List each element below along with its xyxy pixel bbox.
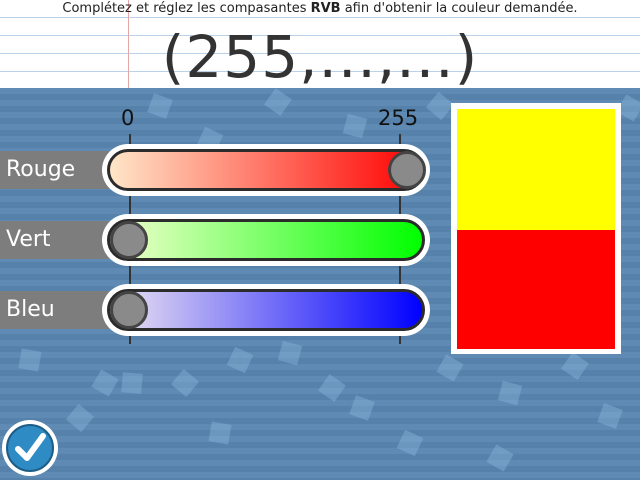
check-button-face: [6, 424, 54, 472]
decor-square: [226, 346, 254, 374]
slider-thumb-bleu[interactable]: [110, 291, 148, 329]
decor-square: [342, 113, 368, 139]
decor-square: [436, 354, 464, 382]
instruction-text-end: afin d'obtenir la couleur demandée.: [340, 1, 578, 16]
slider-thumb-vert[interactable]: [110, 221, 148, 259]
decor-square: [597, 403, 623, 429]
decor-square: [91, 369, 119, 397]
instruction-paper: Complétez et réglez les compasantes RVB …: [0, 0, 640, 91]
checkmark-icon: [15, 433, 46, 461]
decor-square: [486, 444, 514, 472]
slider-bleu[interactable]: [102, 284, 430, 336]
scale-min-label: 0: [121, 106, 135, 130]
decor-square: [121, 372, 143, 394]
slider-track-bleu[interactable]: [107, 289, 425, 331]
instruction-text-rvb: RVB: [310, 1, 341, 16]
decor-square: [170, 368, 200, 398]
target-rgb-code: (255,...,...): [161, 23, 479, 91]
slider-track-rouge[interactable]: [107, 149, 425, 191]
slider-track-vert[interactable]: [107, 219, 425, 261]
decor-square: [425, 91, 455, 121]
decor-square: [318, 374, 346, 402]
decor-square: [264, 88, 292, 116]
slider-rouge[interactable]: [102, 144, 430, 196]
validate-button[interactable]: [2, 420, 58, 476]
instruction-text: Complétez et réglez les compasantes RVB …: [0, 1, 640, 16]
scale-max-label: 255: [378, 106, 419, 130]
decor-square: [18, 348, 42, 372]
slider-thumb-rouge[interactable]: [388, 151, 426, 189]
target-color-swatch: [457, 109, 615, 230]
decor-square: [561, 352, 589, 380]
decor-square: [497, 380, 523, 406]
instruction-text-start: Complétez et réglez les compasantes: [62, 1, 311, 16]
slider-vert[interactable]: [102, 214, 430, 266]
current-color-swatch: [457, 230, 615, 349]
decor-square: [349, 395, 375, 421]
color-preview: [451, 103, 621, 354]
decor-square: [65, 403, 95, 433]
decor-square: [396, 429, 424, 457]
decor-square: [208, 421, 232, 445]
decor-square: [277, 340, 303, 366]
decor-square: [147, 93, 173, 119]
